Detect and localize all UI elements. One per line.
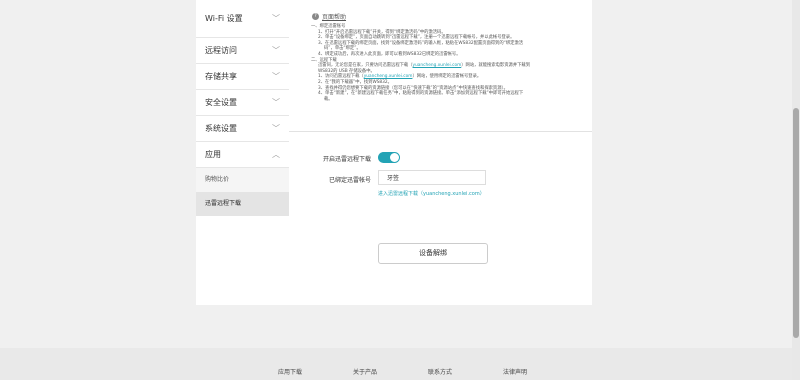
help-line: 迅雷同，无论您是在家，只要访问迅雷远程下载（ xyxy=(318,63,413,69)
sidebar-item-label: 应用 xyxy=(205,150,221,159)
sidebar-item-label: 安全设置 xyxy=(205,98,237,107)
chevron-down-icon: ﹀ xyxy=(272,72,280,81)
toggle-knob xyxy=(390,153,399,162)
help-line: 载。 xyxy=(324,96,333,102)
chevron-down-icon: ﹀ xyxy=(272,124,280,133)
help-line: ）网站，使用绑定的迅雷帐号登录。 xyxy=(412,74,482,80)
apps-submenu: 购物比价 迅雷远程下载 xyxy=(196,168,289,216)
divider xyxy=(289,131,592,132)
sidebar-item-security[interactable]: 安全设置 ﹀ xyxy=(196,90,289,116)
enter-xunlei-link[interactable]: 进入迅雷远程下载（yuancheng.xunlei.com） xyxy=(378,190,485,197)
sidebar-item-label: 存储共享 xyxy=(205,72,237,81)
sidebar-item-label: Wi-Fi 设置 xyxy=(205,14,243,23)
footer-link-about[interactable]: 关于产品 xyxy=(353,367,377,376)
sidebar-item-remote-access[interactable]: 远程访问 ﹀ xyxy=(196,38,289,64)
xunlei-link[interactable]: yuancheng.xunlei.com xyxy=(364,74,413,79)
sidebar-subitem-xunlei-remote[interactable]: 迅雷远程下载 xyxy=(196,192,289,216)
xunlei-remote-toggle[interactable] xyxy=(378,152,400,163)
scroll-thumb[interactable] xyxy=(793,108,799,338)
sidebar-item-wifi[interactable]: Wi-Fi 设置 ﹀ xyxy=(196,0,289,38)
help-title: 页面帮助 xyxy=(322,14,347,21)
sidebar-item-label: 远程访问 xyxy=(205,46,237,55)
sidebar-subitem-price-compare[interactable]: 购物比价 xyxy=(196,168,289,192)
footer xyxy=(0,348,792,380)
xunlei-link[interactable]: yuancheng.xunlei.com xyxy=(413,63,462,68)
account-label: 已绑定迅雷帐号 xyxy=(328,177,371,184)
sidebar-item-system[interactable]: 系统设置 ﹀ xyxy=(196,116,289,142)
chevron-down-icon: ﹀ xyxy=(272,98,280,107)
vertical-scrollbar[interactable] xyxy=(792,0,800,380)
unbind-device-button[interactable]: 设备解绑 xyxy=(378,243,488,264)
footer-link-legal[interactable]: 法律声明 xyxy=(503,367,527,376)
chevron-down-icon: ﹀ xyxy=(272,46,280,55)
bound-account-field: 牙签 xyxy=(378,170,486,185)
question-icon: ? xyxy=(312,13,319,20)
main-content: ? 页面帮助 一、绑定迅雷账号 1、打开“开启迅雷远程下载”开关，得到“绑定激活… xyxy=(289,0,592,305)
help-header[interactable]: ? 页面帮助 xyxy=(312,12,346,21)
help-line: ）网站，就能搜索电影资源并下载到 xyxy=(461,63,531,69)
help-line: 1、访问迅雷远程下载（ xyxy=(318,74,364,80)
chevron-down-icon: ﹀ xyxy=(272,14,280,23)
sidebar-item-storage[interactable]: 存储共享 ﹀ xyxy=(196,64,289,90)
footer-link-app-download[interactable]: 应用下载 xyxy=(278,367,302,376)
toggle-label: 开启迅雷远程下载 xyxy=(322,156,371,163)
sidebar-item-label: 系统设置 xyxy=(205,124,237,133)
chevron-up-icon: ︿ xyxy=(272,150,280,159)
sidebar: Wi-Fi 设置 ﹀ 远程访问 ﹀ 存储共享 ﹀ 安全设置 ﹀ 系统设置 ﹀ 应用 ︿ 购物… xyxy=(196,0,290,305)
help-text: 一、绑定迅雷账号 1、打开“开启迅雷远程下载”开关，得到“绑定激活码”中的激活码… xyxy=(311,24,589,102)
sidebar-item-apps[interactable]: 应用 ︿ xyxy=(196,142,289,168)
footer-link-contact[interactable]: 联系方式 xyxy=(428,367,452,376)
